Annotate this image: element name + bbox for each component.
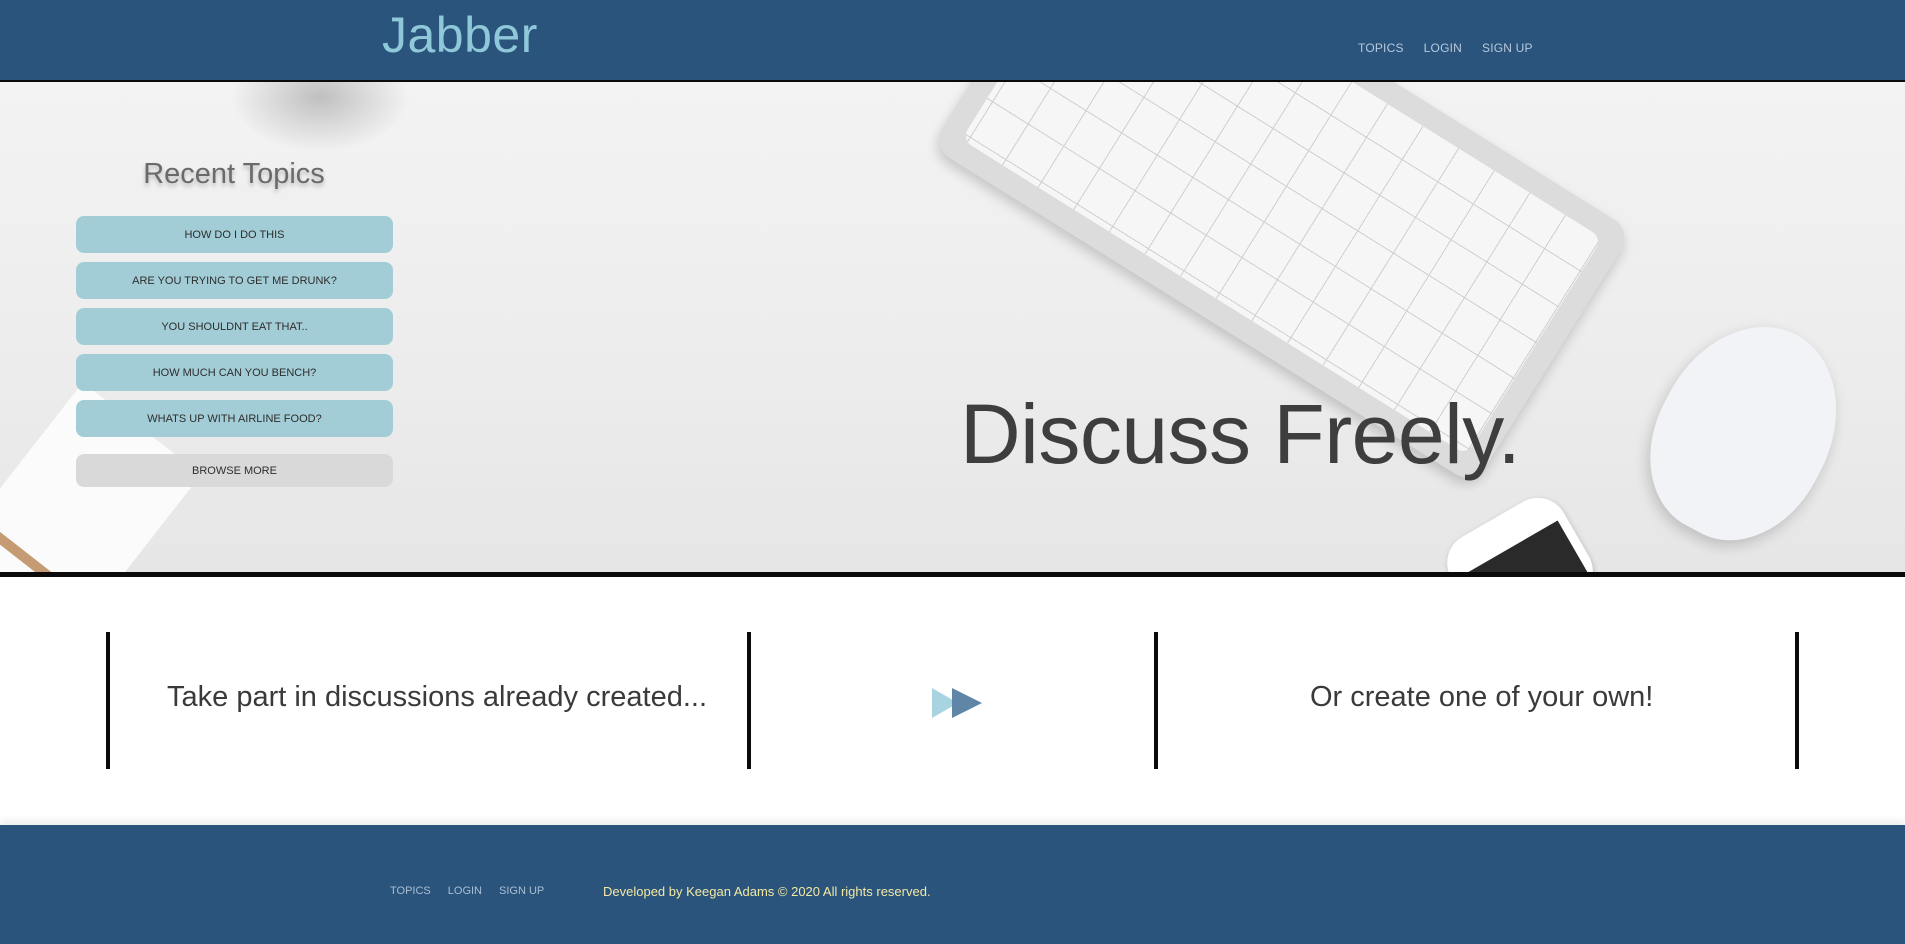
divider-bar (106, 632, 110, 769)
divider-bar (1154, 632, 1158, 769)
call-to-action-band: Take part in discussions already created… (0, 577, 1905, 825)
brand-logo[interactable]: Jabber (382, 6, 538, 64)
recent-topics-title: Recent Topics (143, 158, 325, 190)
footer-nav: TOPICS LOGIN SIGN UP (390, 885, 544, 897)
topic-button[interactable]: WHATS UP WITH AIRLINE FOOD? (76, 400, 393, 437)
hero-background-shadow (230, 82, 410, 152)
recent-topics-list: HOW DO I DO THIS ARE YOU TRYING TO GET M… (76, 216, 393, 446)
divider-bar (1795, 632, 1799, 769)
nav-topics-link[interactable]: TOPICS (1358, 41, 1404, 55)
site-header: Jabber TOPICS LOGIN SIGN UP (0, 0, 1905, 82)
hero-background-mouse (1618, 294, 1872, 570)
footer-topics-link[interactable]: TOPICS (390, 885, 431, 897)
join-discussions-text: Take part in discussions already created… (167, 681, 707, 713)
footer-login-link[interactable]: LOGIN (448, 885, 482, 897)
header-nav: TOPICS LOGIN SIGN UP (1358, 41, 1533, 55)
hero-section: Recent Topics HOW DO I DO THIS ARE YOU T… (0, 82, 1905, 577)
topic-button[interactable]: HOW DO I DO THIS (76, 216, 393, 253)
site-footer: TOPICS LOGIN SIGN UP Developed by Keegan… (0, 825, 1905, 944)
hero-headline: Discuss Freely. (960, 387, 1521, 481)
double-play-arrow-icon (932, 688, 982, 718)
divider-bar (747, 632, 751, 769)
browse-more-button[interactable]: BROWSE MORE (76, 454, 393, 487)
copyright-text: Developed by Keegan Adams © 2020 All rig… (603, 884, 931, 899)
nav-login-link[interactable]: LOGIN (1424, 41, 1462, 55)
create-topic-text: Or create one of your own! (1310, 681, 1654, 713)
topic-button[interactable]: HOW MUCH CAN YOU BENCH? (76, 354, 393, 391)
nav-signup-link[interactable]: SIGN UP (1482, 41, 1533, 55)
footer-signup-link[interactable]: SIGN UP (499, 885, 544, 897)
topic-button[interactable]: ARE YOU TRYING TO GET ME DRUNK? (76, 262, 393, 299)
topic-button[interactable]: YOU SHOULDNT EAT THAT.. (76, 308, 393, 345)
